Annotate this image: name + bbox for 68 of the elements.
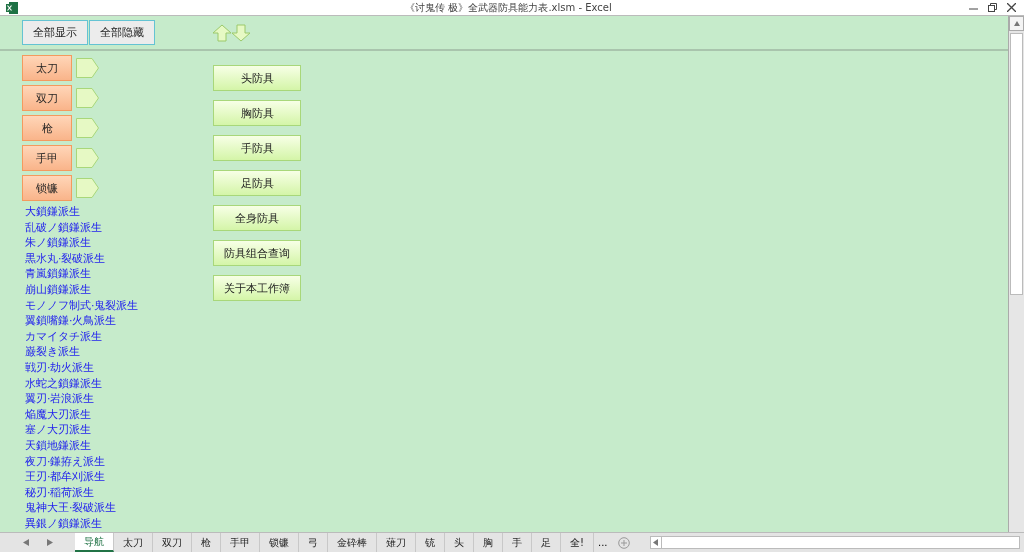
derivation-link[interactable]: 水蛇之鎖鎌派生 bbox=[25, 375, 213, 392]
window-title: 《讨鬼传 极》全武器防具能力表.xlsm - Excel bbox=[404, 1, 613, 14]
close-icon[interactable] bbox=[1007, 3, 1016, 12]
derivation-link[interactable]: 王刃·都牟刈派生 bbox=[25, 469, 213, 485]
sheet-tab[interactable]: 薙刀 bbox=[377, 533, 416, 552]
sheet-tab[interactable]: 锁镰 bbox=[260, 533, 299, 552]
expand-arrow-icon[interactable] bbox=[76, 148, 99, 168]
derivation-link[interactable]: 鬼神大王·裂破派生 bbox=[25, 500, 213, 516]
up-arrow-icon[interactable] bbox=[1013, 20, 1020, 27]
expand-arrow-icon[interactable] bbox=[76, 58, 99, 78]
sheet-tab[interactable]: 足 bbox=[532, 533, 561, 552]
derivation-link[interactable]: 大鎖鎌派生 bbox=[25, 204, 213, 220]
sheet-tab[interactable]: 弓 bbox=[299, 533, 328, 552]
sheet-tab[interactable]: 枪 bbox=[192, 533, 221, 552]
weapon-button[interactable]: 太刀 bbox=[22, 55, 72, 81]
toolbar-button[interactable]: 全部显示 bbox=[22, 20, 88, 45]
up-down-arrows-icon[interactable] bbox=[212, 23, 252, 42]
sheet-tab[interactable]: 导航 bbox=[75, 533, 114, 552]
scroll-up-button[interactable] bbox=[1009, 16, 1024, 31]
sheet-tab[interactable]: 铳 bbox=[416, 533, 445, 552]
sheet-tab[interactable]: 胸 bbox=[474, 533, 503, 552]
sheet-tab[interactable]: 双刀 bbox=[153, 533, 192, 552]
weapon-button[interactable]: 双刀 bbox=[22, 85, 72, 111]
sheet-tab[interactable]: 全! bbox=[561, 533, 594, 552]
derivation-link[interactable]: 翼鎖嘴鎌·火鳥派生 bbox=[25, 313, 213, 329]
armor-button[interactable]: 全身防具 bbox=[213, 205, 301, 231]
horizontal-scrollbar[interactable] bbox=[649, 536, 1020, 549]
derivation-link[interactable]: 乱破ノ鎖鎌派生 bbox=[25, 219, 213, 236]
derivation-link[interactable]: 夜刀·鎌拵え派生 bbox=[25, 453, 213, 470]
derivation-link[interactable]: モノノフ制式·鬼裂派生 bbox=[25, 297, 213, 314]
derivation-link[interactable]: 戦刃·劫火派生 bbox=[25, 359, 213, 376]
weapon-button[interactable]: 枪 bbox=[22, 115, 72, 141]
sheet-tab[interactable]: 手 bbox=[503, 533, 532, 552]
derivation-link[interactable]: カマイタチ派生 bbox=[25, 328, 213, 345]
derivation-link[interactable]: 青嵐鎖鎌派生 bbox=[25, 266, 213, 282]
restore-icon[interactable] bbox=[988, 3, 997, 12]
armor-button[interactable]: 胸防具 bbox=[213, 100, 301, 126]
derivation-link[interactable]: 翼刃·岩浪派生 bbox=[25, 391, 213, 407]
more-tabs[interactable]: ... bbox=[594, 533, 612, 552]
expand-arrow-icon[interactable] bbox=[76, 178, 99, 198]
derivation-link[interactable]: 朱ノ鎖鎌派生 bbox=[25, 235, 213, 251]
sheet-tab[interactable]: 太刀 bbox=[114, 533, 153, 552]
derivation-link[interactable]: 異銀ノ鎖鎌派生 bbox=[25, 515, 213, 532]
weapon-button[interactable]: 手甲 bbox=[22, 145, 72, 171]
armor-button[interactable]: 防具组合查询 bbox=[213, 240, 301, 266]
expand-arrow-icon[interactable] bbox=[76, 118, 99, 138]
toolbar-button[interactable]: 全部隐藏 bbox=[89, 20, 155, 45]
scroll-left-icon[interactable] bbox=[22, 539, 29, 546]
derivation-link[interactable]: 焔魔大刃派生 bbox=[25, 406, 213, 423]
expand-arrow-icon[interactable] bbox=[76, 88, 99, 108]
sheet-tab[interactable]: 金砕棒 bbox=[328, 533, 377, 552]
sheet-tab[interactable]: 手甲 bbox=[221, 533, 260, 552]
armor-button[interactable]: 头防具 bbox=[213, 65, 301, 91]
armor-button[interactable]: 手防具 bbox=[213, 135, 301, 161]
scrollbar-thumb[interactable] bbox=[1010, 33, 1023, 295]
derivation-link[interactable]: 崩山鎖鎌派生 bbox=[25, 281, 213, 298]
scroll-right-icon[interactable] bbox=[46, 539, 53, 546]
derivation-link[interactable]: 塞ノ大刃派生 bbox=[25, 422, 213, 438]
scroll-left-icon[interactable] bbox=[652, 539, 659, 546]
derivation-link[interactable]: 秘刃·稲荷派生 bbox=[25, 484, 213, 501]
armor-button[interactable]: 足防具 bbox=[213, 170, 301, 196]
sheet-tab[interactable]: 头 bbox=[445, 533, 474, 552]
derivation-link[interactable]: 黒水丸·裂破派生 bbox=[25, 250, 213, 267]
weapon-button[interactable]: 锁镰 bbox=[22, 175, 72, 201]
derivation-link[interactable]: 天鎖地鎌派生 bbox=[25, 437, 213, 454]
add-sheet-icon[interactable] bbox=[617, 536, 630, 549]
armor-button[interactable]: 关于本工作簿 bbox=[213, 275, 301, 301]
derivation-link[interactable]: 巌裂き派生 bbox=[25, 344, 213, 360]
